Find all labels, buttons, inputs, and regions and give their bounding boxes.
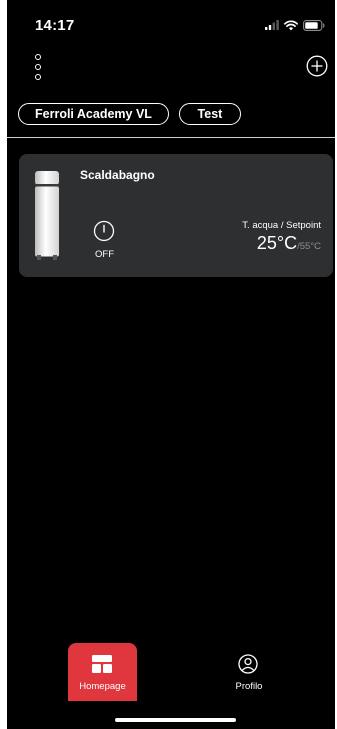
app-screen: 14:17 Ferroli Academy VL Test Scaldabagn…	[7, 0, 335, 729]
location-chip-ferroli-academy[interactable]: Ferroli Academy VL	[18, 103, 169, 125]
status-icons	[265, 18, 325, 32]
water-heater-icon	[35, 171, 59, 260]
menu-button[interactable]	[31, 54, 45, 80]
nav-homepage[interactable]: Homepage	[68, 643, 137, 701]
nav-profilo-label: Profilo	[235, 681, 263, 692]
vertical-dots-icon-dot	[35, 74, 41, 80]
power-state: OFF	[95, 249, 114, 260]
power-icon[interactable]	[92, 219, 116, 243]
nav-profilo[interactable]: Profilo	[214, 650, 284, 700]
current-temperature: 25°C	[256, 233, 298, 253]
homepage-grid-icon	[92, 655, 112, 673]
add-circle-icon[interactable]	[306, 55, 328, 77]
temperature-values: 25°C/55°C	[257, 233, 321, 254]
device-name: Scaldabagno	[80, 168, 155, 182]
temperature-label: T. acqua / Setpoint	[242, 220, 321, 231]
status-time: 14:17	[35, 17, 75, 34]
battery-icon	[303, 19, 325, 31]
status-bar: 14:17	[7, 0, 335, 44]
setpoint-temperature: /55°C	[297, 241, 321, 252]
header-divider	[7, 137, 335, 138]
cellular-signal-icon	[265, 20, 279, 30]
device-card[interactable]: Scaldabagno OFF T. acqua / Setpoint 25°C…	[19, 154, 333, 277]
wifi-icon	[284, 19, 298, 30]
vertical-dots-icon-dot	[35, 64, 41, 70]
vertical-dots-icon	[35, 54, 41, 60]
location-chip-test[interactable]: Test	[178, 103, 241, 125]
nav-homepage-label: Homepage	[79, 681, 126, 692]
user-profile-icon	[238, 654, 258, 674]
location-chips: Ferroli Academy VL Test	[18, 103, 241, 125]
home-indicator[interactable]	[115, 718, 236, 722]
